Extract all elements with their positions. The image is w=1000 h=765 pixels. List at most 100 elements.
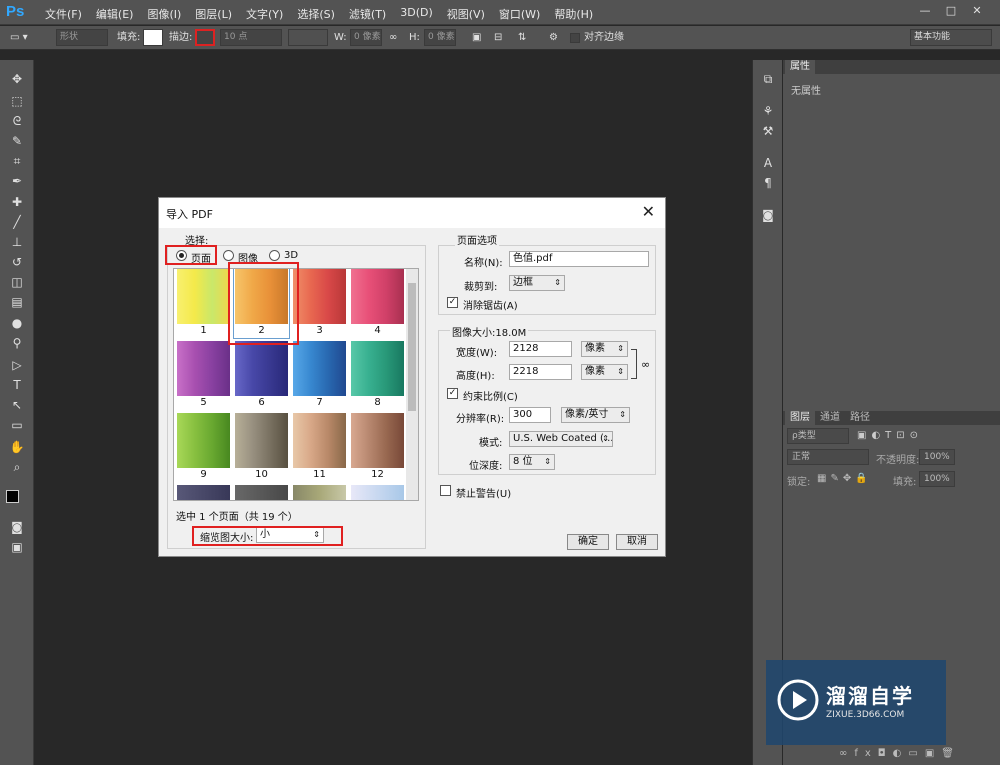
menu-filter[interactable]: 滤镜(T)	[342, 6, 393, 22]
dialog-close-icon[interactable]: ✕	[642, 202, 655, 221]
minimize-button[interactable]: —	[914, 2, 936, 20]
align-edges-checkbox[interactable]	[570, 33, 580, 43]
screen-mode-icon[interactable]: ▣	[7, 538, 27, 556]
eyedropper-tool-icon[interactable]: ✒	[7, 172, 27, 190]
height-field[interactable]: 2218	[509, 364, 572, 380]
fill-input[interactable]: 100%	[919, 471, 955, 487]
scrollbar-thumb[interactable]	[408, 283, 416, 411]
page-thumb[interactable]: 6	[234, 341, 289, 410]
page-thumb[interactable]: 10	[234, 413, 289, 482]
hand-tool-icon[interactable]: ✋	[7, 438, 27, 456]
resolution-unit-select[interactable]: 像素/英寸 ⇕	[561, 407, 630, 423]
bitdepth-select[interactable]: 8 位 ⇕	[509, 454, 555, 470]
radio-image[interactable]	[223, 250, 234, 261]
brush-presets-icon[interactable]: ⚒	[759, 122, 777, 140]
restore-button[interactable]: □	[940, 2, 962, 20]
menu-type[interactable]: 文字(Y)	[239, 6, 290, 22]
page-thumb[interactable]	[292, 485, 347, 500]
thumbnail-scrollbar[interactable]	[406, 269, 418, 500]
layer-kind-filter[interactable]: ρ类型	[787, 428, 849, 444]
page-thumb[interactable]: 5	[176, 341, 231, 410]
suppress-warnings-checkbox[interactable]	[440, 485, 451, 496]
brush-panel-icon[interactable]: ⚘	[759, 102, 777, 120]
link-icon[interactable]: ∞	[389, 29, 397, 46]
stroke-swatch[interactable]	[195, 29, 215, 46]
stroke-size-input[interactable]: 10 点	[220, 29, 282, 46]
tab-properties[interactable]: 属性	[785, 60, 815, 74]
height-unit-select[interactable]: 像素 ⇕	[581, 364, 628, 380]
resolution-field[interactable]: 300	[509, 407, 551, 423]
menu-edit[interactable]: 编辑(E)	[89, 6, 141, 22]
blur-tool-icon[interactable]: ●	[7, 314, 27, 332]
fill-swatch[interactable]	[143, 29, 163, 46]
page-thumb[interactable]: 11	[292, 413, 347, 482]
path-select-tool-icon[interactable]: ↖	[7, 396, 27, 414]
page-thumb[interactable]: 3	[292, 269, 347, 338]
page-thumb[interactable]	[176, 485, 231, 500]
history-brush-tool-icon[interactable]: ↺	[7, 253, 27, 271]
page-thumb[interactable]	[234, 485, 289, 500]
type-tool-icon[interactable]: T	[7, 376, 27, 394]
crop-select[interactable]: 边框 ⇕	[509, 275, 565, 291]
rectangle-tool-icon[interactable]: ▭	[7, 416, 27, 434]
width-unit-select[interactable]: 像素 ⇕	[581, 341, 628, 357]
layers-footer-icons[interactable]: ∞fx◘◐▭▣🗑	[839, 748, 961, 759]
menu-window[interactable]: 窗口(W)	[492, 6, 547, 22]
stroke-type-select[interactable]	[288, 29, 328, 46]
workspace-select[interactable]: 基本功能	[910, 29, 992, 46]
name-field[interactable]: 色值.pdf	[509, 251, 649, 267]
radio-3d[interactable]	[269, 250, 280, 261]
quick-select-tool-icon[interactable]: ✎	[7, 132, 27, 150]
shape-mode-select[interactable]: 形状	[56, 29, 108, 46]
path-arrangement-icon[interactable]: ⇅	[518, 29, 526, 46]
quick-mask-icon[interactable]: ◙	[7, 518, 27, 536]
page-thumb[interactable]: 1	[176, 269, 231, 338]
dodge-tool-icon[interactable]: ⚲	[7, 334, 27, 352]
gear-icon[interactable]: ⚙	[549, 29, 558, 46]
page-thumb[interactable]: 4	[350, 269, 405, 338]
opacity-input[interactable]: 100%	[919, 449, 955, 465]
tab-layers[interactable]: 图层	[785, 411, 815, 425]
path-alignment-icon[interactable]: ⊟	[494, 29, 502, 46]
cancel-button[interactable]: 取消	[616, 534, 658, 550]
constrain-checkbox[interactable]: ✓	[447, 388, 458, 399]
page-thumb[interactable]: 7	[292, 341, 347, 410]
mode-select[interactable]: U.S. Web Coated (... ⇕	[509, 431, 613, 447]
lasso-tool-icon[interactable]: ᘓ	[7, 112, 27, 130]
menu-layer[interactable]: 图层(L)	[188, 6, 239, 22]
page-thumb[interactable]	[350, 485, 405, 500]
healing-brush-tool-icon[interactable]: ✚	[7, 193, 27, 211]
path-operations-icon[interactable]: ▣	[472, 29, 481, 46]
menu-3d[interactable]: 3D(D)	[393, 6, 440, 22]
paragraph-panel-icon[interactable]: ¶	[759, 174, 777, 192]
character-panel-icon[interactable]: A	[759, 154, 777, 172]
zoom-tool-icon[interactable]: ⌕	[7, 458, 27, 476]
pen-tool-icon[interactable]: ▷	[7, 356, 27, 374]
page-thumb[interactable]: 9	[176, 413, 231, 482]
marquee-tool-icon[interactable]: ⬚	[7, 92, 27, 110]
menu-file[interactable]: 文件(F)	[38, 6, 89, 22]
menu-image[interactable]: 图像(I)	[140, 6, 188, 22]
width-input[interactable]: 0 像素	[350, 29, 382, 46]
page-thumb[interactable]: 8	[350, 341, 405, 410]
tool-presets-icon[interactable]: ◙	[759, 206, 777, 224]
blend-mode-select[interactable]: 正常	[787, 449, 869, 465]
menu-help[interactable]: 帮助(H)	[547, 6, 600, 22]
shape-tool-preset-icon[interactable]: ▭ ▾	[10, 29, 28, 46]
menu-view[interactable]: 视图(V)	[440, 6, 492, 22]
crop-tool-icon[interactable]: ⌗	[7, 152, 27, 170]
brush-tool-icon[interactable]: ╱	[7, 213, 27, 231]
ok-button[interactable]: 确定	[567, 534, 609, 550]
close-window-button[interactable]: ✕	[966, 2, 988, 20]
tab-paths[interactable]: 路径	[845, 411, 875, 425]
eraser-tool-icon[interactable]: ◫	[7, 273, 27, 291]
gradient-tool-icon[interactable]: ▤	[7, 293, 27, 311]
layer-filter-icons[interactable]: ▣◐T⊡⊙	[857, 430, 923, 441]
stamp-tool-icon[interactable]: ⊥	[7, 233, 27, 251]
tab-channels[interactable]: 通道	[815, 411, 845, 425]
move-tool-icon[interactable]: ✥	[7, 70, 27, 88]
width-field[interactable]: 2128	[509, 341, 572, 357]
antialias-checkbox[interactable]: ✓	[447, 297, 458, 308]
height-input[interactable]: 0 像素	[424, 29, 456, 46]
page-thumb[interactable]: 12	[350, 413, 405, 482]
